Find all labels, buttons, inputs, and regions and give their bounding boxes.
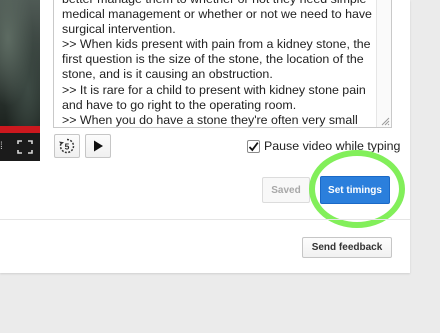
transcript-line: surgical intervention. (62, 22, 176, 37)
stage: ⁞ better manage them to whether or not t… (0, 0, 440, 333)
resize-grip-icon[interactable] (379, 115, 390, 126)
saved-button[interactable]: Saved (262, 177, 310, 203)
replay-5s-button[interactable]: 5 (54, 134, 80, 158)
replay-seconds: 5 (65, 142, 70, 152)
video-player[interactable]: ⁞ (0, 0, 40, 161)
video-progress-bar[interactable] (0, 126, 40, 133)
transcript-line: better manage them to whether or not the… (62, 0, 372, 7)
pause-while-typing-label: Pause video while typing (264, 139, 401, 153)
replay-icon: 5 (59, 138, 75, 154)
transcript-line: medical management or whether or not we … (62, 7, 372, 22)
play-button[interactable] (85, 134, 111, 158)
transcript-line: >> When kids present with pain from a ki… (62, 37, 371, 52)
transcript-line: >> When you do have a stone they're ofte… (62, 112, 358, 127)
video-frame (0, 0, 40, 126)
captions-editor-panel: ⁞ better manage them to whether or not t… (0, 0, 410, 273)
transcript-line: >> It is rare for a child to present wit… (62, 82, 366, 97)
checkmark-icon (248, 141, 259, 151)
transcript-textarea[interactable]: better manage them to whether or not the… (53, 0, 392, 128)
transcript-scrollbar[interactable] (376, 0, 391, 127)
transcript-line: stone, and is it causing an obstruction. (62, 67, 273, 82)
video-controls: ⁞ (0, 133, 40, 161)
transcript-text: better manage them to whether or not the… (62, 0, 372, 127)
panel-divider (0, 219, 410, 220)
pause-while-typing-row[interactable]: Pause video while typing (247, 139, 400, 153)
play-icon (94, 140, 103, 152)
volume-icon[interactable]: ⁞ (0, 142, 10, 152)
fullscreen-icon[interactable] (17, 140, 33, 154)
set-timings-button[interactable]: Set timings (320, 176, 390, 204)
pause-while-typing-checkbox[interactable] (247, 139, 260, 153)
transcript-line: and have to go right to the operating ro… (62, 97, 297, 112)
transcript-line: first question is the size of the stone,… (62, 52, 364, 67)
send-feedback-button[interactable]: Send feedback (302, 237, 392, 258)
